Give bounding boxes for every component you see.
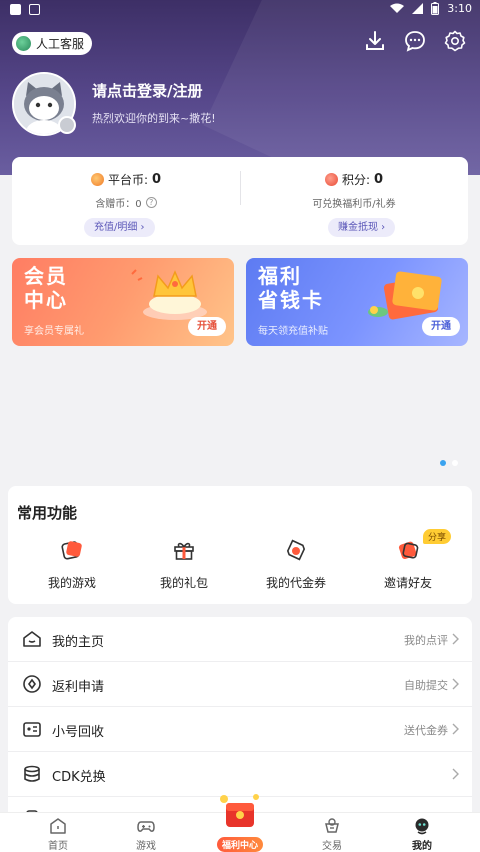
vip-banner-subtitle: 享会员专属礼 [24,326,84,337]
settings-icon[interactable] [444,30,466,52]
carousel-dot-active[interactable] [440,460,446,466]
points-section: 积分: 0 可兑换福利币/礼券 赚金抵现 › [240,157,468,245]
earn-cash-button[interactable]: 赚金抵现 › [328,218,396,237]
points-value: 0 [374,172,384,187]
vip-banner-title: 会员 中心 [24,264,68,312]
crown-icon [131,269,207,320]
platform-coin-label: 平台币: [107,173,148,187]
menu-item-hint: 自助提交 [404,679,448,692]
menu-item-recycle[interactable]: 小号回收 送代金券 [8,707,472,752]
welfare-banner-title: 福利 省钱卡 [258,264,324,312]
my-coupons-label: 我的代金券 [265,576,326,590]
globe-icon [16,36,31,51]
nav-games[interactable]: 游戏 [116,817,176,852]
bottom-navigation: 首页 游戏 福利中心 交易 我的 [0,794,480,852]
status-bar: 3:10 [0,0,480,20]
carousel-dots [440,460,458,466]
welfare-banner-subtitle: 每天领充值补贴 [258,326,328,337]
platform-coin-value: 0 [152,172,162,187]
status-time: 3:10 [447,2,472,15]
coupon-icon [286,539,306,561]
my-coupons-item[interactable]: 我的代金券 [241,538,351,592]
coin-icon [90,173,104,186]
cdk-icon [24,765,40,782]
login-prompt[interactable]: 请点击登录/注册 [92,80,202,101]
gamepad-icon [137,821,155,832]
vip-center-banner[interactable]: 会员 中心 享会员专属礼 开通 [12,258,234,346]
chevron-right-icon [452,723,459,735]
menu-item-label: 返利申请 [52,680,105,695]
download-icon[interactable] [364,30,386,52]
menu-item-hint: 我的点评 [404,634,448,647]
platform-coin-section: 平台币: 0 含赠币：0 ? 充值/明细 › [12,157,240,245]
carousel-dot[interactable] [452,460,458,466]
home-nav-icon [50,818,66,834]
rebate-icon [23,675,41,693]
nav-home-label: 首页 [48,841,68,852]
nav-profile-label: 我的 [412,841,432,852]
welfare-open-button[interactable]: 开通 [422,317,460,336]
vip-open-button[interactable]: 开通 [188,317,226,336]
home-icon [23,631,41,647]
points-label: 积分: [341,173,370,187]
red-envelope-icon [368,271,442,320]
verify-badge-icon [58,116,76,134]
invite-friends-label: 邀请好友 [383,576,432,590]
points-icon [324,173,338,186]
help-icon[interactable]: ? [145,197,157,208]
menu-item-hint: 送代金券 [404,724,448,737]
nav-trade[interactable]: 交易 [302,817,362,852]
nav-trade-label: 交易 [322,841,342,852]
wallet-card: 平台币: 0 含赠币：0 ? 充值/明细 › 积分: 0 可兑换福利币/礼券 赚… [12,157,468,245]
message-icon[interactable] [404,30,426,52]
chevron-right-icon [452,768,459,780]
customer-service-button[interactable]: 人工客服 [12,32,93,55]
trade-icon [325,818,339,833]
common-functions-card: 常用功能 我的游戏 我的礼包 我的代金券 分享 邀请好友 [8,486,472,604]
bound-coin-label: 含赠币：0 [95,199,142,210]
common-functions-title: 常用功能 [17,504,78,522]
nav-home[interactable]: 首页 [28,817,88,852]
welfare-gift-icon [220,794,259,827]
nav-games-label: 游戏 [136,841,156,852]
my-gifts-label: 我的礼包 [159,576,208,590]
welfare-card-banner[interactable]: 福利 省钱卡 每天领充值补贴 开通 [246,258,468,346]
game-card-icon [61,541,82,560]
my-games-label: 我的游戏 [47,576,96,590]
menu-item-rebate[interactable]: 返利申请 自助提交 [8,662,472,707]
menu-item-label: 小号回收 [52,725,105,740]
signal-icon [412,3,424,14]
header-actions [364,30,466,52]
recycle-icon [23,722,41,737]
battery-icon [431,2,440,15]
nav-profile[interactable]: 我的 [392,817,452,852]
invite-friends-item[interactable]: 分享 邀请好友 [353,529,463,592]
menu-item-label: CDK兑换 [52,770,106,785]
profile-icon [415,818,429,835]
wifi-icon [390,3,405,13]
share-badge: 分享 [423,529,452,544]
customer-service-label: 人工客服 [36,37,85,51]
welcome-text: 热烈欢迎你的到来~撒花! [92,112,216,125]
notification-icon [10,4,21,15]
points-description: 可兑换福利币/礼券 [312,199,396,210]
header-background [0,0,480,175]
menu-item-label: 我的主页 [52,635,105,650]
menu-item-homepage[interactable]: 我的主页 我的点评 [8,617,472,662]
chevron-right-icon [452,678,459,690]
my-gifts-item[interactable]: 我的礼包 [129,538,239,592]
nav-welfare-center[interactable]: 福利中心 [210,791,270,852]
chevron-right-icon [452,633,459,645]
gift-icon [174,542,194,560]
recharge-button[interactable]: 充值/明细 › [84,218,155,237]
app-notification-icon [29,4,40,15]
nav-welfare-label: 福利中心 [216,837,263,852]
invite-icon [398,541,419,559]
my-games-item[interactable]: 我的游戏 [17,538,127,592]
